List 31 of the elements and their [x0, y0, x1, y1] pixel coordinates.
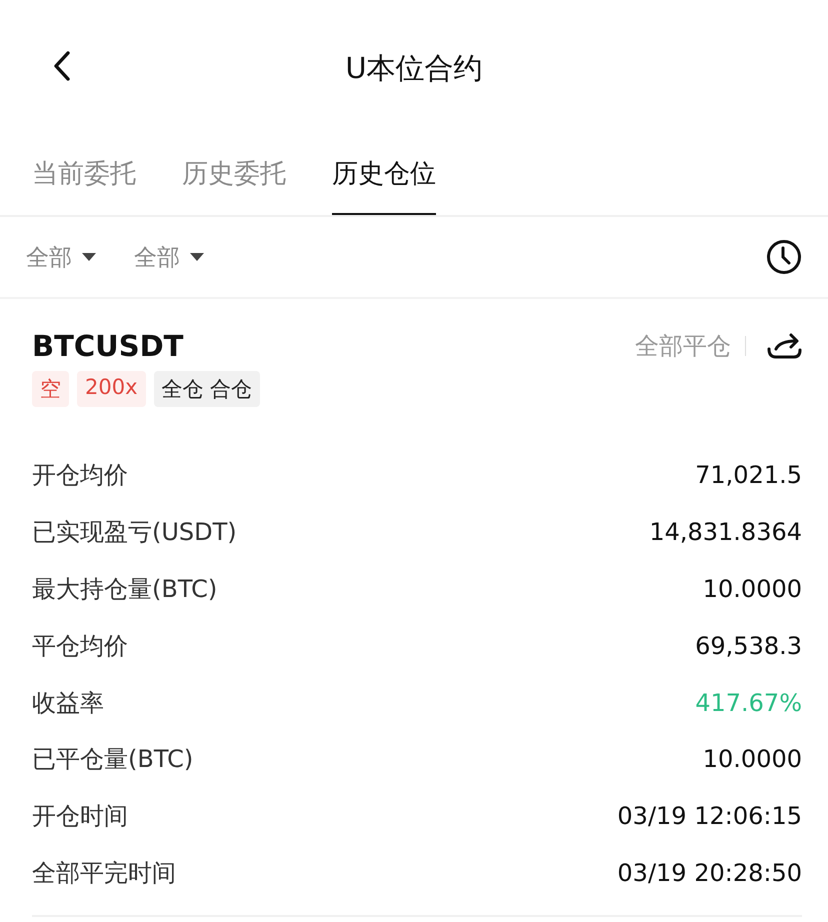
field-label: 已平仓量(BTC): [32, 744, 194, 776]
caret-icon: [190, 253, 204, 261]
field-value: 417.67%: [695, 688, 802, 717]
page-title: U本位合约: [345, 50, 483, 87]
field-label: 平仓均价: [32, 630, 128, 662]
position-tag: 全仓 合仓: [154, 371, 260, 407]
field-label: 全部平完时间: [32, 858, 176, 889]
filter-dropdown[interactable]: 全部: [134, 242, 204, 272]
field-value: 71,021.5: [695, 461, 802, 490]
field-label: 已实现盈亏(USDT): [32, 517, 237, 548]
field-label: 开仓均价: [32, 460, 128, 492]
clock-icon[interactable]: [766, 239, 802, 275]
caret-icon: [82, 253, 96, 261]
position-tag: 200x: [77, 371, 146, 407]
tab[interactable]: 历史委托: [182, 138, 286, 215]
field-label: 最大持仓量(BTC): [32, 574, 218, 605]
share-icon[interactable]: [766, 331, 802, 361]
tab[interactable]: 历史仓位: [332, 138, 436, 215]
field-value: 10.0000: [702, 574, 802, 603]
field-value: 03/19 12:06:15: [617, 802, 802, 830]
filter-dropdown[interactable]: 全部: [26, 242, 96, 272]
close-all-button[interactable]: 全部平仓: [635, 330, 745, 362]
field-label: 收益率: [32, 688, 104, 719]
field-value: 10.0000: [702, 745, 802, 774]
field-value: 14,831.8364: [649, 518, 802, 546]
tab[interactable]: 当前委托: [32, 138, 136, 215]
position-tag: 空: [32, 371, 69, 407]
field-value: 69,538.3: [695, 632, 802, 660]
field-label: 开仓时间: [32, 801, 128, 832]
symbol-name: BTCUSDT: [32, 329, 184, 363]
field-value: 03/19 20:28:50: [617, 858, 802, 887]
